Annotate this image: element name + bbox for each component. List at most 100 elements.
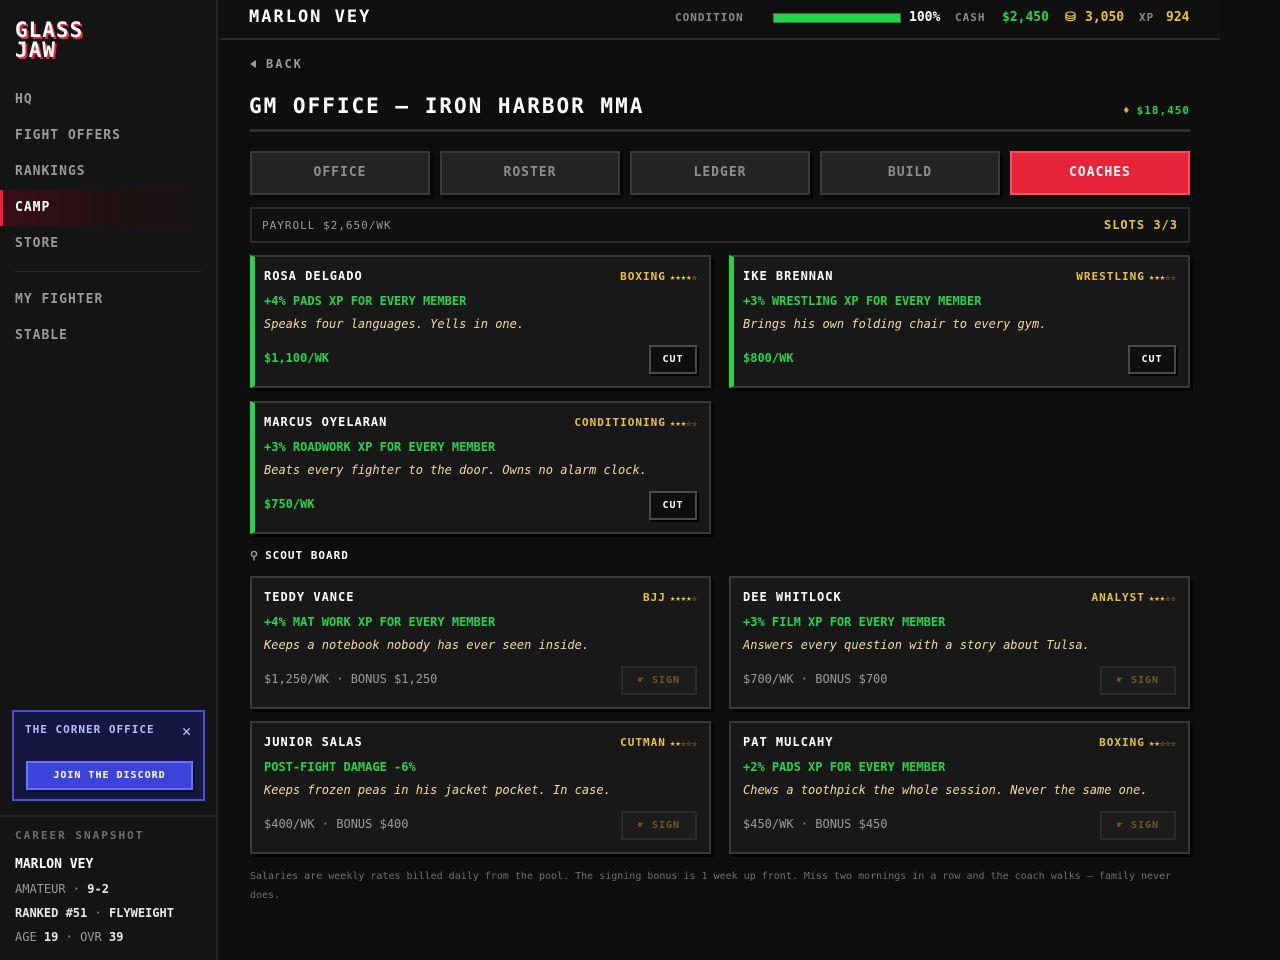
- coach-specialty: BJJ ★★★★☆: [643, 591, 697, 604]
- scout-board-heading: ⚲ SCOUT BOARD: [250, 549, 349, 562]
- sign-button[interactable]: ☛ SIGN: [621, 666, 697, 695]
- fighter-name: MARLON VEY: [249, 7, 372, 27]
- snapshot-rank: RANKED #51 · FLYWEIGHT: [15, 906, 174, 920]
- money-bag-icon: ♦: [1123, 104, 1131, 117]
- footnote: Salaries are weekly rates billed daily f…: [250, 871, 1172, 901]
- payroll-bar: PAYROLL $2,650/WK SLOTS 3/3: [250, 207, 1190, 243]
- cut-button[interactable]: CUT: [649, 491, 697, 520]
- magnifier-icon: ⚲: [250, 549, 260, 562]
- coach-salary: $1,100/WK: [264, 351, 330, 365]
- xp-label: XP: [1139, 11, 1155, 24]
- cut-button[interactable]: CUT: [649, 345, 697, 374]
- snapshot-age: 19: [43, 930, 59, 944]
- coach-salary-bonus: $1,250/WK · BONUS $1,250: [264, 672, 438, 686]
- sidebar-divider: [15, 271, 201, 272]
- sidebar-item-camp[interactable]: CAMP: [0, 190, 216, 226]
- coach-name: JUNIOR SALAS: [264, 735, 363, 749]
- scout-card: JUNIOR SALAS CUTMAN ★★☆☆☆ POST-FIGHT DAMA…: [250, 721, 711, 854]
- top-bar: MARLON VEY CONDITION 100% CASH $2,450 ⛁ …: [220, 0, 1220, 40]
- coach-specialty: WRESTLING ★★★☆☆: [1076, 270, 1176, 283]
- triangle-left-icon: [250, 60, 256, 68]
- coach-perk: POST-FIGHT DAMAGE -6%: [264, 760, 416, 774]
- xp-value: 924: [1166, 10, 1190, 25]
- condition-bar: [773, 13, 901, 23]
- snapshot-rank-value: RANKED #51: [15, 906, 88, 920]
- tab-roster[interactable]: ROSTER: [440, 151, 620, 195]
- coach-quote: Keeps a notebook nobody has ever seen in…: [264, 638, 590, 652]
- coach-quote: Chews a toothpick the whole session. Nev…: [743, 783, 1148, 797]
- sign-button[interactable]: ☛ SIGN: [1100, 811, 1176, 840]
- tab-office[interactable]: OFFICE: [250, 151, 430, 195]
- sign-label: SIGN: [651, 820, 681, 831]
- coach-specialty: BOXING ★★★★☆: [620, 270, 697, 283]
- coach-perk: +4% MAT WORK XP FOR EVERY MEMBER: [264, 615, 496, 629]
- coach-card: MARCUS OYELARAN CONDITIONING ★★★☆☆ +3% RO…: [250, 401, 711, 534]
- back-label: BACK: [266, 57, 303, 71]
- scout-card: DEE WHITLOCK ANALYST ★★★☆☆ +3% FILM XP FO…: [729, 576, 1190, 709]
- coach-perk: +3% ROADWORK XP FOR EVERY MEMBER: [264, 440, 496, 454]
- coach-salary-bonus: $700/WK · BONUS $700: [743, 672, 888, 686]
- sidebar-item-fight-offers[interactable]: FIGHT OFFERS: [0, 118, 216, 154]
- scout-card: PAT MULCAHY BOXING ★★☆☆☆ +2% PADS XP FOR …: [729, 721, 1190, 854]
- sidebar-item-rankings[interactable]: RANKINGS: [0, 154, 216, 190]
- coach-perk: +2% PADS XP FOR EVERY MEMBER: [743, 760, 946, 774]
- specialty-label: WRESTLING: [1076, 270, 1145, 283]
- coach-quote: Keeps frozen peas in his jacket pocket. …: [264, 783, 611, 797]
- coins-value: 3,050: [1085, 10, 1125, 25]
- star-rating: ★★★★☆: [669, 273, 697, 283]
- snapshot-level: AMATEUR: [15, 882, 66, 896]
- sign-label: SIGN: [1130, 820, 1160, 831]
- sidebar-item-store[interactable]: STORE: [0, 226, 216, 262]
- coach-quote: Beats every fighter to the door. Owns no…: [264, 463, 647, 477]
- star-rating: ★★★☆☆: [1148, 273, 1176, 283]
- tab-build[interactable]: BUILD: [820, 151, 1000, 195]
- tab-ledger[interactable]: LEDGER: [630, 151, 810, 195]
- coach-card: IKE BRENNAN WRESTLING ★★★☆☆ +3% WRESTLING…: [729, 255, 1190, 388]
- page-title: GM OFFICE — IRON HARBOR MMA: [249, 94, 645, 118]
- scout-card: TEDDY VANCE BJJ ★★★★☆ +4% MAT WORK XP FOR…: [250, 576, 711, 709]
- snapshot-name: MARLON VEY: [15, 857, 94, 872]
- join-discord-button[interactable]: JOIN THE DISCORD: [26, 761, 193, 790]
- coach-quote: Answers every question with a story abou…: [743, 638, 1090, 652]
- scout-board-title: SCOUT BOARD: [265, 549, 349, 562]
- tab-coaches[interactable]: COACHES: [1010, 151, 1190, 195]
- coach-specialty: CONDITIONING ★★★☆☆: [574, 416, 697, 429]
- condition-fill: [774, 14, 900, 22]
- slots-count: SLOTS 3/3: [1103, 218, 1178, 232]
- coach-specialty: BOXING ★★☆☆☆: [1099, 736, 1176, 749]
- back-link[interactable]: BACK: [250, 57, 303, 71]
- close-icon[interactable]: ✕: [182, 724, 191, 739]
- coach-name: PAT MULCAHY: [743, 735, 834, 749]
- sign-button[interactable]: ☛ SIGN: [621, 811, 697, 840]
- coach-name: MARCUS OYELARAN: [264, 415, 388, 429]
- coach-perk: +4% PADS XP FOR EVERY MEMBER: [264, 294, 467, 308]
- cut-button[interactable]: CUT: [1128, 345, 1176, 374]
- tabs: OFFICE ROSTER LEDGER BUILD COACHES: [250, 151, 1190, 195]
- snapshot-ovr: 39: [108, 930, 124, 944]
- coach-quote: Brings his own folding chair to every gy…: [743, 317, 1047, 331]
- snapshot-age-label: AGE: [15, 930, 37, 944]
- sidebar-item-my-fighter[interactable]: MY FIGHTER: [0, 282, 216, 318]
- specialty-label: BJJ: [643, 591, 666, 604]
- coach-name: TEDDY VANCE: [264, 590, 355, 604]
- coach-specialty: ANALYST ★★★☆☆: [1092, 591, 1176, 604]
- sidebar: GLASS JAW HQ FIGHT OFFERS RANKINGS CAMP …: [0, 0, 218, 960]
- sidebar-item-stable[interactable]: STABLE: [0, 318, 216, 354]
- hand-icon: ☛: [637, 820, 645, 831]
- sidebar-item-hq[interactable]: HQ: [0, 82, 216, 118]
- star-rating: ★★☆☆☆: [669, 739, 697, 749]
- payroll-total: PAYROLL $2,650/WK: [262, 219, 392, 232]
- coin-stack-icon: ⛁: [1065, 10, 1076, 25]
- hand-icon: ☛: [1116, 820, 1124, 831]
- snapshot-record: AMATEUR · 9-2: [15, 882, 109, 896]
- coach-specialty: CUTMAN ★★☆☆☆: [620, 736, 697, 749]
- sidebar-nav: HQ FIGHT OFFERS RANKINGS CAMP STORE MY F…: [0, 82, 216, 354]
- sign-button[interactable]: ☛ SIGN: [1100, 666, 1176, 695]
- coach-perk: +3% WRESTLING XP FOR EVERY MEMBER: [743, 294, 982, 308]
- snapshot-ovr-label: OVR: [80, 930, 102, 944]
- sign-label: SIGN: [1130, 675, 1160, 686]
- logo[interactable]: GLASS JAW: [15, 20, 83, 62]
- coach-name: ROSA DELGADO: [264, 269, 363, 283]
- logo-line-2: JAW: [15, 38, 56, 62]
- specialty-label: CONDITIONING: [574, 416, 666, 429]
